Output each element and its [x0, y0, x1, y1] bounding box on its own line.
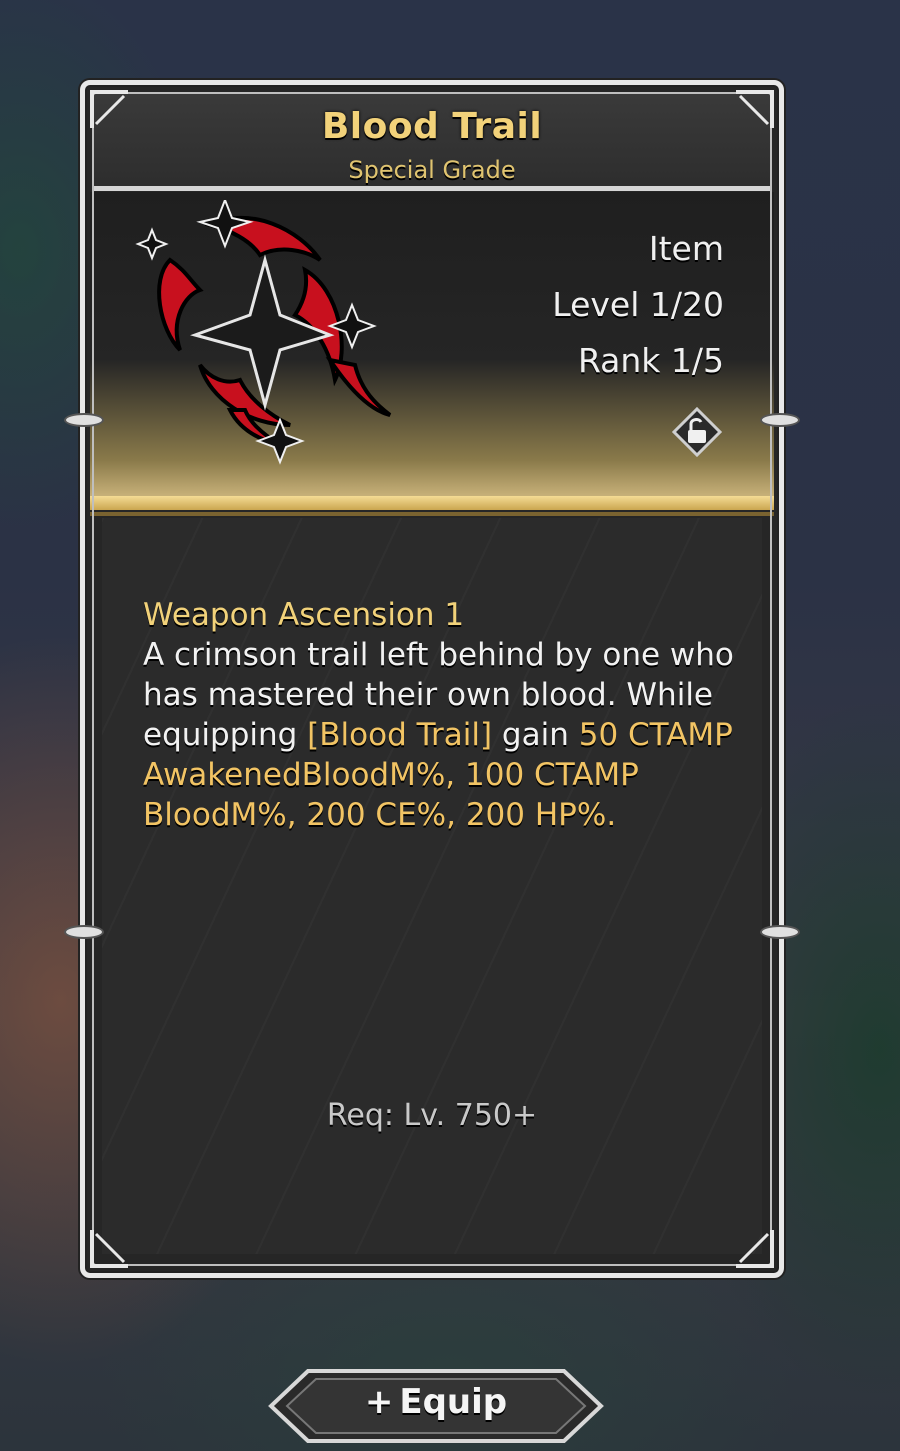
item-stats: Item Level 1/20 Rank 1/5: [552, 232, 724, 400]
plus-icon: +: [364, 1382, 394, 1422]
frame-pin: [760, 925, 800, 939]
corner-ornament-top-right: [736, 90, 774, 128]
item-reference: [Blood Trail]: [307, 717, 493, 753]
frame-pin: [64, 925, 104, 939]
description-end: .: [606, 797, 617, 833]
level-requirement: Req: Lv. 750+: [326, 1098, 538, 1133]
item-card: Blood Trail Special Grade Item Level 1/2…: [64, 80, 800, 1278]
corner-ornament-bottom-right: [736, 1230, 774, 1268]
corner-ornament-top-left: [90, 90, 128, 128]
blood-shuriken-icon: [135, 200, 392, 465]
item-rank: Rank 1/5: [577, 341, 724, 380]
frame-pin: [64, 413, 104, 427]
unlock-icon[interactable]: [672, 407, 722, 457]
equip-text: Equip: [399, 1382, 508, 1422]
equip-button-label: + Equip: [268, 1382, 604, 1422]
item-type: Item: [648, 229, 724, 268]
item-level: Level 1/20: [552, 285, 724, 324]
frame-pin: [760, 413, 800, 427]
item-description: Weapon Ascension 1A crimson trail left b…: [143, 595, 743, 835]
description-heading: Weapon Ascension 1: [143, 597, 465, 633]
equip-button[interactable]: + Equip: [268, 1368, 604, 1444]
description-text-gain: gain: [492, 717, 579, 753]
corner-ornament-bottom-left: [90, 1230, 128, 1268]
